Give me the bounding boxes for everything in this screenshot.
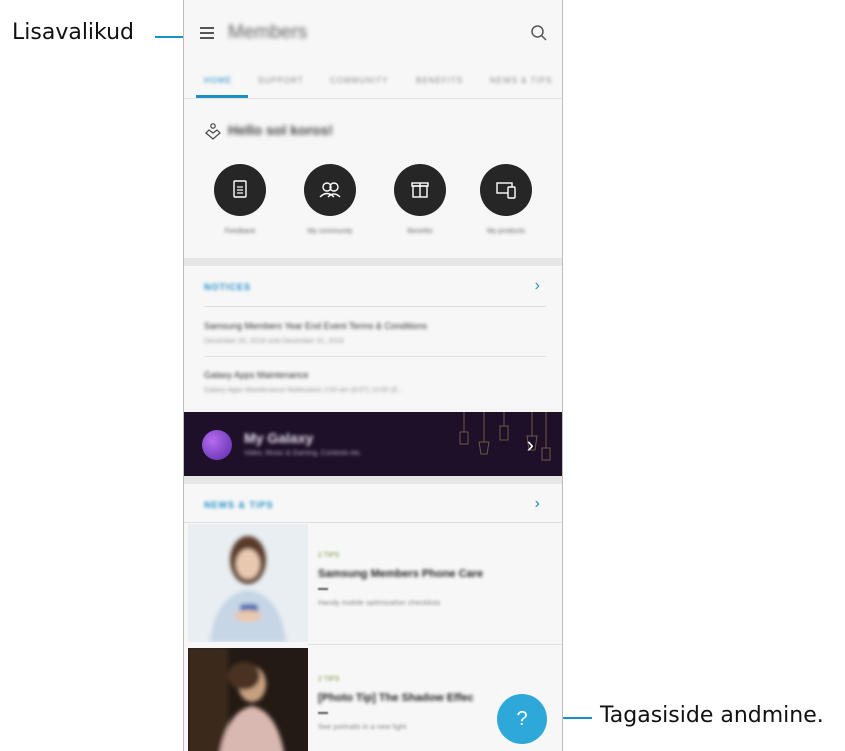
chevron-right-icon: › (526, 432, 534, 457)
tab-news-tips[interactable]: NEWS & TIPS (490, 76, 552, 85)
tab-community[interactable]: COMMUNITY (330, 76, 388, 85)
devices-icon (480, 164, 532, 216)
search-icon[interactable] (530, 24, 548, 42)
notice-subtitle: Galaxy Apps Maintenance Notification 2:0… (204, 387, 402, 394)
banner-subtitle: Video, Music & Gaming, Contests etc. (244, 450, 362, 457)
news-thumbnail (188, 648, 308, 751)
divider (184, 522, 562, 523)
quick-action-benefits[interactable]: Benefits (390, 164, 450, 235)
quick-action-label: My community (307, 228, 353, 235)
tab-home[interactable]: HOME (204, 76, 232, 85)
chevron-right-icon[interactable]: › (535, 277, 540, 295)
notice-title[interactable]: Samsung Members Year End Event Terms & C… (204, 321, 427, 331)
feedback-fab-button[interactable]: ? (497, 694, 547, 744)
card-subtitle: See portraits in a new light (318, 722, 407, 731)
greeting-section: Hello sol koros! Feedback My community B… (184, 100, 562, 258)
callout-feedback-label: Tagasiside andmine. (600, 703, 824, 728)
notices-section: NOTICES › Samsung Members Year End Event… (184, 266, 562, 408)
tab-support[interactable]: SUPPORT (258, 76, 304, 85)
quick-action-products[interactable]: My products (476, 164, 536, 235)
card-title: Samsung Members Phone Care (318, 568, 484, 580)
phone-screen: Members HOME SUPPORT COMMUNITY BENEFITS … (183, 0, 563, 751)
divider (308, 644, 562, 645)
section-divider (184, 476, 562, 484)
card-dash (318, 588, 328, 590)
section-divider (184, 258, 562, 266)
news-card[interactable]: 2 TIPS Samsung Members Phone Care Handy … (184, 524, 562, 644)
tab-benefits[interactable]: BENEFITS (416, 76, 463, 85)
card-subtitle: Handy mobile optimization checklists (318, 598, 441, 607)
lantern-decoration-icon (459, 412, 551, 461)
document-icon (214, 164, 266, 216)
app-bar: Members (184, 0, 562, 68)
heart-hand-icon (204, 122, 222, 147)
galaxy-logo-icon (202, 430, 232, 460)
notice-subtitle: December 20, 2018 until December 31, 201… (204, 338, 344, 345)
news-thumbnail (188, 524, 308, 642)
banner-title: My Galaxy (244, 430, 314, 446)
greeting-text: Hello sol koros! (228, 122, 334, 138)
tab-bar: HOME SUPPORT COMMUNITY BENEFITS NEWS & T… (184, 68, 562, 99)
card-title: [Photo Tip] The Shadow Effec (318, 692, 474, 704)
divider (204, 306, 546, 307)
news-header: NEWS & TIPS (204, 500, 274, 510)
card-dash (318, 712, 328, 714)
quick-action-label: Feedback (224, 228, 256, 235)
quick-action-label: Benefits (407, 228, 433, 235)
card-tag: 2 TIPS (318, 676, 340, 683)
quick-action-feedback[interactable]: Feedback (210, 164, 270, 235)
quick-action-community[interactable]: My community (300, 164, 360, 235)
my-galaxy-banner[interactable]: My Galaxy Video, Music & Gaming, Contest… (184, 412, 562, 476)
card-tag: 2 TIPS (318, 552, 340, 559)
community-icon (304, 164, 356, 216)
callout-menu-label: Lisavalikud (12, 20, 135, 45)
menu-icon[interactable] (200, 27, 214, 39)
notices-header: NOTICES (204, 282, 252, 292)
chevron-right-icon[interactable]: › (535, 495, 540, 513)
notice-title[interactable]: Galaxy Apps Maintenance (204, 370, 309, 380)
tab-indicator (196, 95, 248, 98)
gift-icon (394, 164, 446, 216)
app-title: Members (228, 22, 308, 43)
divider (204, 356, 546, 357)
quick-action-label: My products (486, 228, 526, 235)
